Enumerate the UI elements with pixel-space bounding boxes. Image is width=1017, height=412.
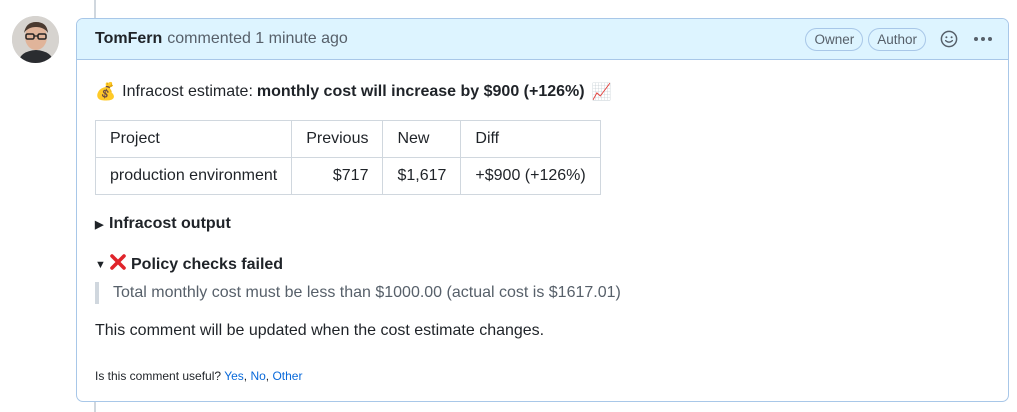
feedback-other-link[interactable]: Other [272,369,302,383]
column-header-diff: Diff [460,120,601,158]
table-header-row: Project Previous New Diff [94,120,601,158]
column-header-project: Project [94,120,293,158]
comment-header: TomFern commented 1 minute ago Owner Aut… [77,19,1008,60]
author-badge: Author [868,27,926,51]
column-header-previous: Previous [291,120,384,158]
chart-increasing-icon: 📈 [591,84,612,101]
table-row: production environment $717 $1,617 +$900… [94,157,601,195]
feedback-prompt: Is this comment useful? Yes, No, Other [95,369,303,383]
feedback-question: Is this comment useful? [95,369,222,383]
headline-prefix: Infracost estimate: [122,83,253,100]
comment-timestamp[interactable]: commented 1 minute ago [167,30,348,48]
comment-author[interactable]: TomFern [95,30,162,48]
update-note: This comment will be updated when the co… [95,322,545,339]
cell-diff: +$900 (+126%) [460,157,601,195]
policy-checks-label: Policy checks failed [131,255,284,273]
cross-mark-icon [109,253,127,276]
cell-previous: $717 [291,157,384,195]
caret-down-icon: ▼ [95,258,106,271]
header-actions: Owner Author [800,27,994,51]
smiley-icon[interactable] [938,28,960,50]
kebab-menu-icon[interactable] [972,28,994,50]
avatar[interactable] [12,16,59,63]
owner-badge: Owner [805,27,864,51]
feedback-no-link[interactable]: No [250,369,265,383]
estimate-headline: 💰 Infracost estimate: monthly cost will … [95,80,990,104]
infracost-output-label: Infracost output [109,215,231,232]
money-bag-icon: 💰 [95,82,117,101]
policy-checks-toggle[interactable]: ▼ Policy checks failed [95,253,990,276]
caret-right-icon: ▶ [95,218,104,231]
cost-table: Project Previous New Diff production env… [94,120,601,195]
cell-project: production environment [94,157,293,195]
comment-box: TomFern commented 1 minute ago Owner Aut… [76,18,1009,402]
cell-new: $1,617 [382,157,462,195]
column-header-new: New [382,120,462,158]
comment-body: 💰 Infracost estimate: monthly cost will … [77,60,1008,383]
headline-bold: monthly cost will increase by $900 (+126… [256,83,585,100]
feedback-yes-link[interactable]: Yes [224,369,244,383]
policy-message: Total monthly cost must be less than $10… [95,282,990,304]
infracost-output-toggle[interactable]: ▶ Infracost output [95,215,990,233]
